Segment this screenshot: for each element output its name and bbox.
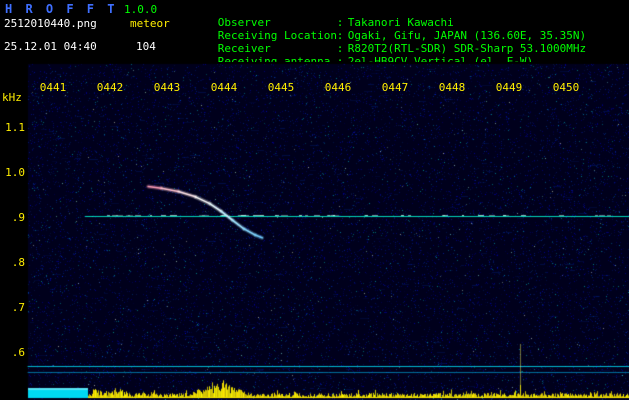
info-label: Receiving Location [217,29,337,42]
x-tick-label: 0446 [324,81,352,94]
spectrogram-canvas [0,62,629,400]
y-tick-label: .7 [11,301,25,314]
info-value: R820T2(RTL-SDR) SDR-Sharp 53.1000MHz [347,42,587,55]
freq-unit-label: kHz [2,91,22,104]
observer-info-block: Observer: Takanori Kawachi Receiving Loca… [178,3,587,68]
info-separator: : [336,29,344,42]
x-tick-label: 0450 [552,81,580,94]
x-tick-label: 0443 [153,81,181,94]
mode-label: meteor [130,17,170,30]
info-separator: : [336,42,344,55]
info-label: Observer [217,16,271,29]
spectrogram-plot: 0441 0442 0443 0444 0445 0446 0447 0448 … [0,62,629,400]
info-row-observer: Observer: Takanori Kawachi [178,3,586,29]
info-separator: : [336,16,344,29]
timestamp: 25.12.01 04:40 [4,40,97,53]
echo-count: 104 [136,40,156,53]
x-tick-label: 0442 [96,81,124,94]
output-filename: 2512010440.png [4,17,97,30]
y-tick-label: .6 [11,346,25,359]
x-tick-label: 0449 [495,81,523,94]
y-tick-label: .9 [11,211,25,224]
y-tick-label: 1.0 [5,166,25,179]
app-title: H R O F F T [5,2,118,16]
app-version: 1.0.0 [124,3,158,16]
info-value: Takanori Kawachi [347,16,454,29]
y-tick-label: 1.1 [5,121,25,134]
x-tick-label: 0448 [438,81,466,94]
x-tick-label: 0441 [39,81,67,94]
x-tick-label: 0445 [267,81,295,94]
y-tick-label: .8 [11,256,25,269]
hrofft-screen: H R O F F T 1.0.0 2512010440.png meteor … [0,0,629,400]
x-tick-label: 0444 [210,81,238,94]
info-value: Ogaki, Gifu, JAPAN (136.60E, 35.35N) [347,29,587,42]
info-label: Receiver [217,42,271,55]
x-tick-label: 0447 [381,81,409,94]
